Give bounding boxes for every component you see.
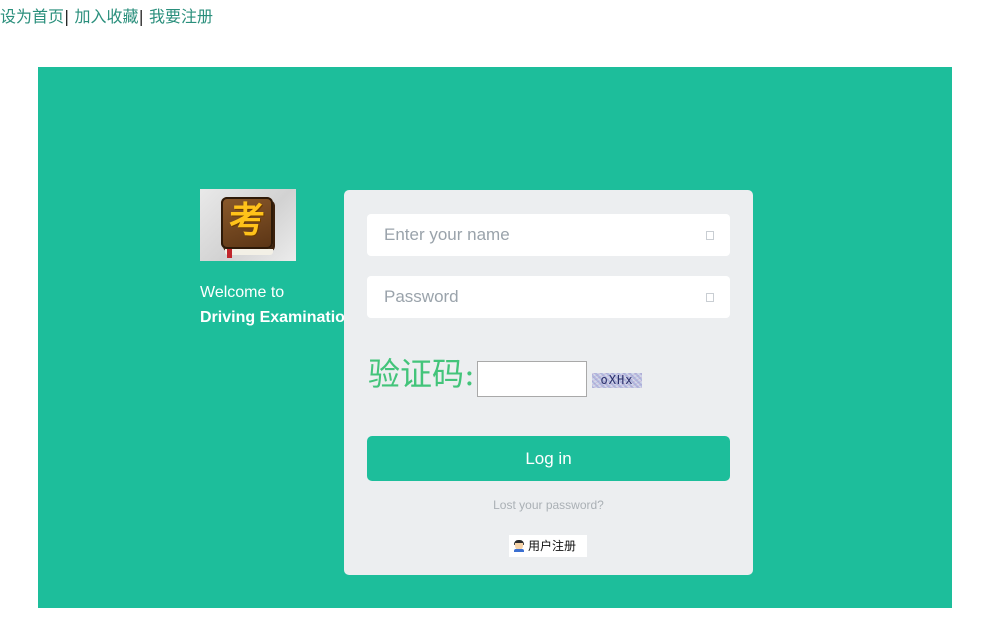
captcha-label: 验证码: <box>368 355 475 393</box>
welcome-text: Welcome to Driving Examination! <box>200 283 360 326</box>
captcha-image[interactable]: oXHx <box>592 373 642 388</box>
site-name: Driving Examination! <box>200 309 361 326</box>
login-card: 验证码: oXHx Log in Lost your password? 用户注… <box>344 190 753 575</box>
link-separator: | <box>138 7 144 26</box>
name-input[interactable] <box>367 214 730 256</box>
login-button[interactable]: Log in <box>367 436 730 481</box>
top-links-bar: 设为首页| 加入收藏| 我要注册 <box>0 3 213 27</box>
user-register-button[interactable]: 用户注册 <box>509 535 587 557</box>
link-separator: | <box>64 7 70 26</box>
exam-logo: 考 <box>200 189 296 261</box>
user-register-label: 用户注册 <box>528 539 577 553</box>
set-homepage-link[interactable]: 设为首页 <box>0 7 64 26</box>
hero-panel: 考 Welcome to Driving Examination! 验证码: o… <box>38 67 952 608</box>
logo-glyph: 考 <box>228 200 265 241</box>
add-favorite-link[interactable]: 加入收藏 <box>75 7 139 26</box>
welcome-line: Welcome to <box>200 284 285 301</box>
lock-icon <box>706 293 714 302</box>
captcha-input[interactable] <box>477 361 587 397</box>
password-field <box>367 276 730 318</box>
password-input[interactable] <box>367 276 730 318</box>
user-icon <box>706 231 714 240</box>
lost-password-link[interactable]: Lost your password? <box>344 498 753 512</box>
name-field <box>367 214 730 256</box>
register-link[interactable]: 我要注册 <box>149 7 213 26</box>
book-icon: 考 <box>221 197 273 258</box>
captcha-row: 验证码: oXHx <box>367 354 730 397</box>
user-avatar-icon <box>513 540 525 552</box>
